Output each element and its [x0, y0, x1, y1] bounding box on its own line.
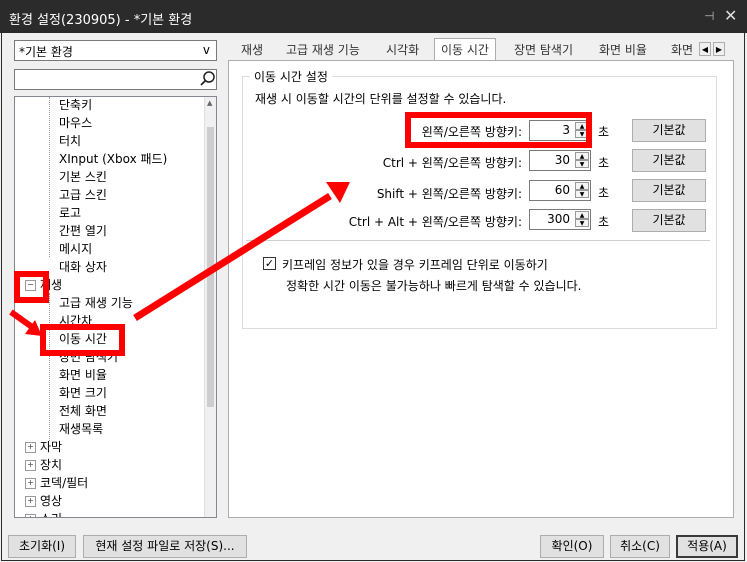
arrow-line: [133, 193, 332, 321]
arrow-line: [9, 309, 34, 330]
annotation-arrows: [9, 182, 350, 336]
